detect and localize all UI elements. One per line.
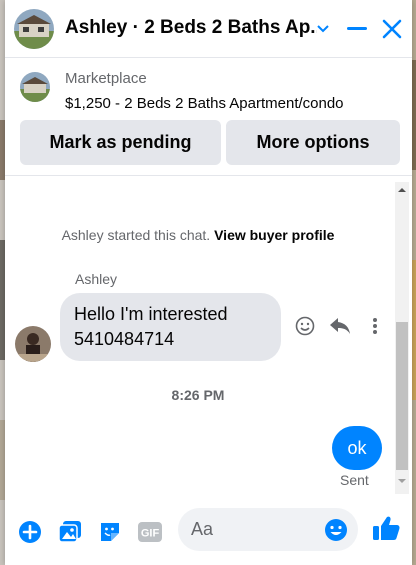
chat-header: Ashley · 2 Beds 2 Baths Ap... — [5, 0, 412, 58]
chat-window: Ashley · 2 Beds 2 Baths Ap... Marketplac… — [5, 0, 412, 565]
chat-title[interactable]: Ashley · 2 Beds 2 Baths Ap... — [65, 17, 317, 39]
outgoing-message[interactable]: ok — [332, 426, 382, 470]
view-buyer-profile-link[interactable]: View buyer profile — [214, 227, 334, 243]
scrollbar-thumb[interactable] — [396, 322, 408, 470]
plus-icon[interactable] — [16, 518, 44, 546]
contact-avatar[interactable] — [14, 9, 54, 49]
listing-card: Marketplace $1,250 - 2 Beds 2 Baths Apar… — [5, 58, 412, 176]
more-options-button[interactable]: More options — [226, 120, 400, 165]
sticker-icon[interactable] — [96, 518, 124, 546]
scroll-down-arrow-icon[interactable] — [396, 475, 408, 487]
emoji-icon[interactable] — [324, 518, 348, 542]
background-page-right — [412, 0, 416, 565]
listing-thumbnail[interactable] — [20, 72, 50, 102]
sender-avatar[interactable] — [15, 326, 51, 362]
message-input[interactable] — [191, 508, 321, 551]
close-icon[interactable] — [377, 14, 407, 44]
listing-source-label: Marketplace — [65, 70, 147, 87]
svg-text:GIF: GIF — [141, 528, 160, 540]
chevron-down-icon[interactable] — [308, 14, 338, 44]
scroll-up-arrow-icon[interactable] — [396, 184, 408, 196]
chat-start-notice: Ashley started this chat. View buyer pro… — [61, 227, 335, 243]
minimize-icon[interactable] — [342, 14, 372, 44]
image-icon[interactable] — [56, 518, 84, 546]
gif-icon[interactable]: GIF — [136, 518, 164, 546]
reply-icon[interactable] — [328, 314, 352, 338]
smile-icon[interactable] — [293, 314, 317, 338]
incoming-message[interactable]: Hello I'm interested 5410484714 — [60, 293, 281, 361]
message-status: Sent — [340, 472, 369, 488]
message-list: Ashley started this chat. View buyer pro… — [5, 176, 412, 500]
listing-title[interactable]: $1,250 - 2 Beds 2 Baths Apartment/condo — [65, 95, 344, 112]
more-icon[interactable] — [363, 314, 387, 338]
mark-as-pending-button[interactable]: Mark as pending — [20, 120, 221, 165]
message-timestamp: 8:26 PM — [171, 387, 225, 403]
message-input-wrapper — [178, 508, 358, 551]
sender-name: Ashley — [75, 271, 118, 287]
thumbs-up-icon[interactable] — [372, 514, 400, 542]
